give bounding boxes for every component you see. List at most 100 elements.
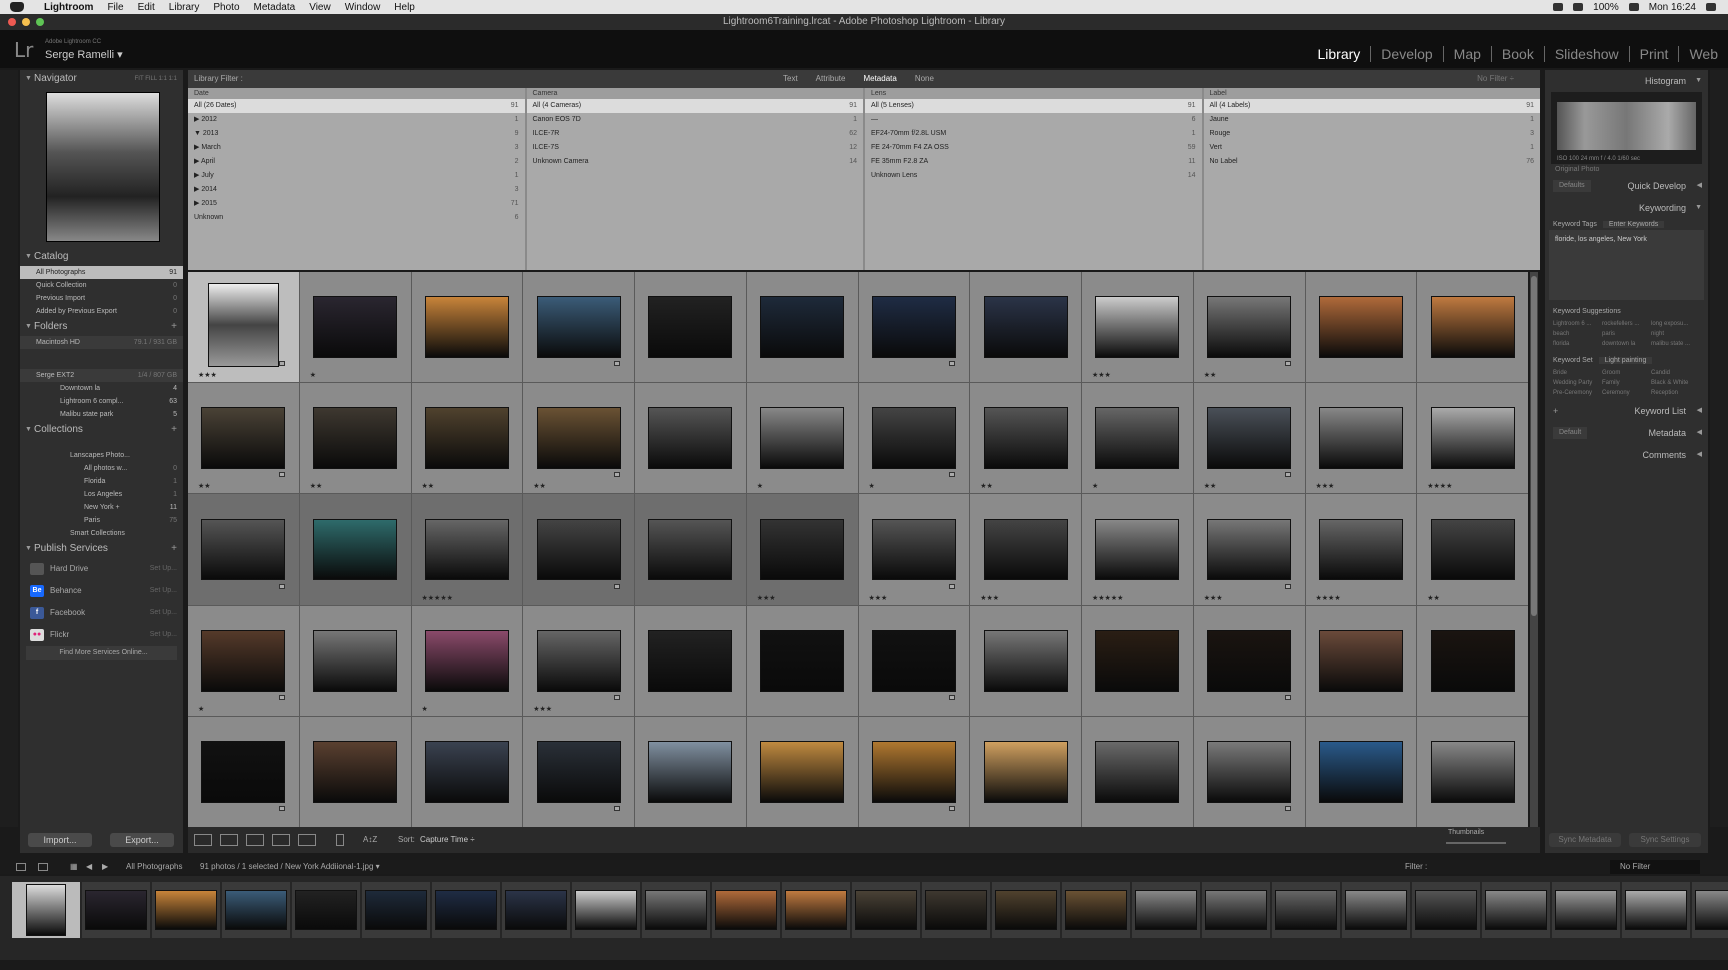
grid-cell[interactable] [970, 716, 1081, 827]
filter-tab-attribute[interactable]: Attribute [816, 70, 846, 88]
star-rating[interactable]: ★★ [1204, 482, 1217, 490]
photo-thumbnail[interactable] [1095, 407, 1180, 470]
column-row[interactable]: FE 24-70mm F4 ZA OSS 59 [865, 141, 1202, 155]
column-row[interactable]: ▶ July 1 [188, 169, 525, 183]
grid-cell[interactable] [1305, 716, 1417, 827]
navigator-header[interactable]: ▼ Navigator FIT FILL 1:1 1:1 [20, 70, 183, 88]
star-rating[interactable]: ★★★ [980, 594, 999, 602]
keyword-set-item[interactable]: Bride [1553, 370, 1602, 376]
photo-thumbnail[interactable] [760, 741, 845, 803]
photo-thumbnail[interactable] [648, 407, 733, 470]
navigator-zoom[interactable]: FIT FILL 1:1 1:1 [135, 70, 177, 88]
column-row[interactable]: All (5 Lenses) 91 [865, 99, 1202, 113]
photo-thumbnail[interactable] [1095, 518, 1180, 581]
photo-thumbnail[interactable] [424, 407, 509, 470]
setup-link[interactable]: Set Up... [150, 558, 177, 580]
module-web[interactable]: Web [1679, 46, 1728, 62]
grid-cell[interactable] [299, 716, 411, 827]
star-rating[interactable]: ★ [422, 705, 428, 713]
collection-item[interactable]: Los Angeles 1 [20, 488, 183, 501]
grid-scrollbar[interactable] [1530, 272, 1538, 827]
grid-cell[interactable]: ★★★ [188, 272, 299, 383]
module-develop[interactable]: Develop [1371, 46, 1444, 62]
setup-link[interactable]: Set Up... [150, 624, 177, 646]
column-row[interactable]: Jaune 1 [1204, 113, 1541, 127]
grid-cell[interactable]: ★ [746, 383, 858, 494]
survey-view-icon[interactable] [272, 834, 290, 846]
grid-cell[interactable] [635, 383, 746, 494]
star-rating[interactable]: ★★★★★ [422, 594, 453, 602]
photo-thumbnail[interactable] [648, 518, 733, 581]
star-rating[interactable]: ★★★ [757, 594, 776, 602]
comments-header[interactable]: Comments ◀ [1545, 444, 1708, 466]
photo-thumbnail[interactable] [1430, 407, 1515, 470]
photo-thumbnail[interactable] [983, 518, 1068, 581]
menu-metadata[interactable]: Metadata [254, 2, 296, 13]
photo-thumbnail[interactable] [1095, 741, 1180, 803]
grid-cell[interactable] [1417, 605, 1528, 716]
photo-thumbnail[interactable] [1095, 296, 1180, 358]
grid-cell[interactable] [970, 605, 1081, 716]
filmstrip-info[interactable]: 91 photos / 1 selected / New York Addiio… [200, 860, 380, 874]
photo-thumbnail[interactable] [760, 296, 845, 358]
badge-icon[interactable] [1284, 805, 1291, 811]
people-view-icon[interactable] [298, 834, 316, 846]
clock[interactable]: Mon 16:24 [1649, 2, 1696, 13]
badge-icon[interactable] [614, 472, 620, 478]
grid-cell[interactable]: ★★★ [970, 494, 1081, 605]
catalog-item-quick[interactable]: Quick Collection 0 [20, 279, 183, 292]
service-facebook[interactable]: f Facebook Set Up... [20, 602, 183, 624]
star-rating[interactable]: ★ [198, 705, 204, 713]
grid-cell[interactable]: ★★★ [1193, 494, 1305, 605]
sync-settings-button[interactable]: Sync Settings [1629, 833, 1701, 847]
badge-icon[interactable] [614, 583, 620, 589]
photo-thumbnail[interactable] [536, 741, 621, 803]
grid-cell[interactable] [1417, 272, 1528, 383]
module-book[interactable]: Book [1492, 46, 1545, 62]
keyword-set-item[interactable]: Pre-Ceremony [1553, 390, 1602, 396]
column-row[interactable]: ILCE-7S 12 [527, 141, 864, 155]
filmstrip-thumbnail[interactable] [1342, 882, 1410, 938]
photo-thumbnail[interactable] [648, 629, 733, 692]
filmstrip-thumbnail[interactable] [1202, 882, 1270, 938]
filmstrip-thumbnail[interactable] [1062, 882, 1130, 938]
grid-cell[interactable] [858, 272, 970, 383]
photo-thumbnail[interactable] [983, 296, 1068, 358]
keyword-tags-field[interactable]: floride, los angeles, New York [1549, 230, 1704, 300]
filmstrip-thumbnail[interactable] [642, 882, 710, 938]
filmstrip-thumbnail[interactable] [1272, 882, 1340, 938]
photo-thumbnail[interactable] [313, 629, 398, 692]
photo-thumbnail[interactable] [1207, 629, 1292, 692]
filmstrip-thumbnail[interactable] [222, 882, 290, 938]
filmstrip-thumbnail[interactable] [782, 882, 850, 938]
photo-thumbnail[interactable] [536, 296, 621, 358]
column-row[interactable]: No Label 76 [1204, 155, 1541, 169]
photo-thumbnail[interactable] [983, 741, 1068, 803]
filmstrip-thumbnail[interactable] [12, 882, 80, 938]
left-panel-toggle[interactable] [0, 70, 18, 827]
keyword-set-select[interactable]: Light painting [1598, 357, 1653, 364]
badge-icon[interactable] [278, 472, 285, 478]
star-rating[interactable]: ★★★ [1092, 371, 1111, 379]
badge-icon[interactable] [278, 694, 285, 700]
grid-cell[interactable] [1305, 605, 1417, 716]
filmstrip-thumbnail[interactable] [572, 882, 640, 938]
badge-icon[interactable] [278, 805, 285, 811]
column-header[interactable]: Lens [865, 88, 1202, 99]
catalog-item-all[interactable]: All Photographs 91 [20, 266, 183, 279]
photo-thumbnail[interactable] [201, 518, 286, 581]
suggestion[interactable]: rockefellers ... [1602, 321, 1651, 327]
filmstrip-thumbnail[interactable] [1692, 882, 1728, 938]
grid-cell[interactable]: ★★ [523, 383, 634, 494]
grid-cell[interactable]: ★★★★★ [1082, 494, 1193, 605]
flag-icon[interactable] [1573, 3, 1584, 11]
collection-item[interactable]: Florida 1 [20, 475, 183, 488]
grid-cell[interactable] [635, 605, 746, 716]
navigator-preview[interactable] [46, 92, 160, 242]
star-rating[interactable]: ★★★ [533, 705, 552, 713]
column-row[interactable]: Vert 1 [1204, 141, 1541, 155]
grid-cell[interactable] [1082, 605, 1193, 716]
photo-thumbnail[interactable] [313, 518, 398, 581]
defaults-select[interactable]: Defaults [1553, 180, 1591, 192]
original-photo-checkbox[interactable]: Original Photo [1545, 164, 1708, 175]
